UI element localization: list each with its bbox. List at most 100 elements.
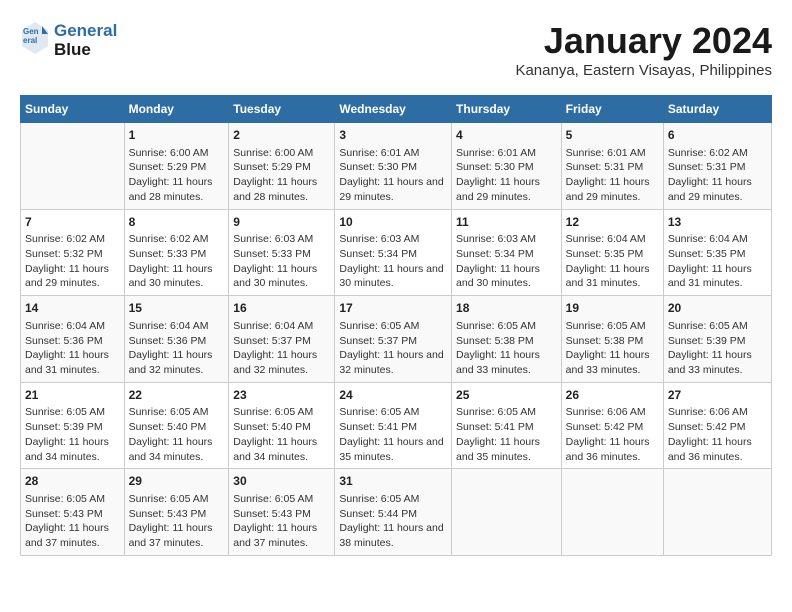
calendar-week-5: 28 Sunrise: 6:05 AMSunset: 5:43 PMDayligh…: [21, 469, 772, 556]
header-saturday: Saturday: [663, 96, 771, 123]
calendar-cell: 20 Sunrise: 6:05 AMSunset: 5:39 PMDayligh…: [663, 296, 771, 383]
calendar-cell: 28Sunrise: 6:05 AMSunset: 5:43 PMDayligh…: [21, 469, 125, 556]
day-number: 19: [566, 300, 659, 317]
cell-content: Sunrise: 6:05 AMSunset: 5:38 PMDaylight:…: [456, 319, 557, 378]
cell-content: Sunrise: 6:01 AMSunset: 5:30 PMDaylight:…: [456, 146, 557, 205]
day-number: 25: [456, 387, 557, 404]
day-number: 13: [668, 214, 767, 231]
day-number: 11: [456, 214, 557, 231]
cell-content: Sunrise: 6:04 AMSunset: 5:36 PMDaylight:…: [25, 319, 120, 378]
cell-content: Sunrise: 6:00 AMSunset: 5:29 PMDaylight:…: [233, 146, 330, 205]
header-monday: Monday: [124, 96, 229, 123]
calendar-cell: 30 Sunrise: 6:05 AMSunset: 5:43 PMDayligh…: [229, 469, 335, 556]
calendar-cell: 4 Sunrise: 6:01 AMSunset: 5:30 PMDaylight…: [452, 123, 562, 210]
calendar-cell: 3 Sunrise: 6:01 AMSunset: 5:30 PMDaylight…: [335, 123, 452, 210]
calendar-week-2: 7Sunrise: 6:02 AMSunset: 5:32 PMDaylight…: [21, 209, 772, 296]
day-number: 28: [25, 473, 120, 490]
cell-content: Sunrise: 6:01 AMSunset: 5:30 PMDaylight:…: [339, 146, 447, 205]
header-thursday: Thursday: [452, 96, 562, 123]
day-number: 26: [566, 387, 659, 404]
cell-content: Sunrise: 6:05 AMSunset: 5:41 PMDaylight:…: [339, 405, 447, 464]
calendar-cell: 10Sunrise: 6:03 AMSunset: 5:34 PMDayligh…: [335, 209, 452, 296]
calendar-header-row: SundayMondayTuesdayWednesdayThursdayFrid…: [21, 96, 772, 123]
header-tuesday: Tuesday: [229, 96, 335, 123]
title-area: January 2024 Kananya, Eastern Visayas, P…: [515, 20, 772, 79]
day-number: 8: [129, 214, 225, 231]
calendar-body: 1 Sunrise: 6:00 AMSunset: 5:29 PMDaylight…: [21, 123, 772, 556]
cell-content: Sunrise: 6:05 AMSunset: 5:39 PMDaylight:…: [668, 319, 767, 378]
cell-content: Sunrise: 6:05 AMSunset: 5:38 PMDaylight:…: [566, 319, 659, 378]
calendar-cell: [663, 469, 771, 556]
calendar-week-3: 14 Sunrise: 6:04 AMSunset: 5:36 PMDayligh…: [21, 296, 772, 383]
day-number: 14: [25, 300, 120, 317]
header-sunday: Sunday: [21, 96, 125, 123]
day-number: 22: [129, 387, 225, 404]
cell-content: Sunrise: 6:03 AMSunset: 5:33 PMDaylight:…: [233, 232, 330, 291]
calendar-cell: 23Sunrise: 6:05 AMSunset: 5:40 PMDayligh…: [229, 382, 335, 469]
calendar-cell: 2 Sunrise: 6:00 AMSunset: 5:29 PMDaylight…: [229, 123, 335, 210]
cell-content: Sunrise: 6:06 AMSunset: 5:42 PMDaylight:…: [668, 405, 767, 464]
calendar-cell: [21, 123, 125, 210]
day-number: 30: [233, 473, 330, 490]
cell-content: Sunrise: 6:04 AMSunset: 5:35 PMDaylight:…: [566, 232, 659, 291]
calendar-cell: [561, 469, 663, 556]
cell-content: Sunrise: 6:03 AMSunset: 5:34 PMDaylight:…: [339, 232, 447, 291]
cell-content: Sunrise: 6:06 AMSunset: 5:42 PMDaylight:…: [566, 405, 659, 464]
calendar-cell: 22Sunrise: 6:05 AMSunset: 5:40 PMDayligh…: [124, 382, 229, 469]
calendar-cell: 13Sunrise: 6:04 AMSunset: 5:35 PMDayligh…: [663, 209, 771, 296]
day-number: 7: [25, 214, 120, 231]
main-title: January 2024: [515, 20, 772, 62]
calendar-cell: 18Sunrise: 6:05 AMSunset: 5:38 PMDayligh…: [452, 296, 562, 383]
cell-content: Sunrise: 6:05 AMSunset: 5:44 PMDaylight:…: [339, 492, 447, 551]
day-number: 4: [456, 127, 557, 144]
calendar-cell: 25Sunrise: 6:05 AMSunset: 5:41 PMDayligh…: [452, 382, 562, 469]
calendar-cell: 15Sunrise: 6:04 AMSunset: 5:36 PMDayligh…: [124, 296, 229, 383]
day-number: 10: [339, 214, 447, 231]
cell-content: Sunrise: 6:05 AMSunset: 5:40 PMDaylight:…: [233, 405, 330, 464]
cell-content: Sunrise: 6:02 AMSunset: 5:32 PMDaylight:…: [25, 232, 120, 291]
day-number: 31: [339, 473, 447, 490]
calendar-cell: 31 Sunrise: 6:05 AMSunset: 5:44 PMDayligh…: [335, 469, 452, 556]
logo-line2: Blue: [54, 41, 117, 60]
day-number: 21: [25, 387, 120, 404]
calendar-cell: [452, 469, 562, 556]
calendar-cell: 12Sunrise: 6:04 AMSunset: 5:35 PMDayligh…: [561, 209, 663, 296]
day-number: 2: [233, 127, 330, 144]
day-number: 6: [668, 127, 767, 144]
cell-content: Sunrise: 6:04 AMSunset: 5:36 PMDaylight:…: [129, 319, 225, 378]
calendar-week-4: 21Sunrise: 6:05 AMSunset: 5:39 PMDayligh…: [21, 382, 772, 469]
day-number: 9: [233, 214, 330, 231]
day-number: 1: [129, 127, 225, 144]
cell-content: Sunrise: 6:03 AMSunset: 5:34 PMDaylight:…: [456, 232, 557, 291]
cell-content: Sunrise: 6:00 AMSunset: 5:29 PMDaylight:…: [129, 146, 225, 205]
day-number: 16: [233, 300, 330, 317]
calendar-cell: 8Sunrise: 6:02 AMSunset: 5:33 PMDaylight…: [124, 209, 229, 296]
calendar-cell: 9Sunrise: 6:03 AMSunset: 5:33 PMDaylight…: [229, 209, 335, 296]
header-wednesday: Wednesday: [335, 96, 452, 123]
day-number: 5: [566, 127, 659, 144]
day-number: 27: [668, 387, 767, 404]
day-number: 29: [129, 473, 225, 490]
subtitle: Kananya, Eastern Visayas, Philippines: [515, 62, 772, 79]
cell-content: Sunrise: 6:01 AMSunset: 5:31 PMDaylight:…: [566, 146, 659, 205]
cell-content: Sunrise: 6:04 AMSunset: 5:37 PMDaylight:…: [233, 319, 330, 378]
calendar-cell: 19 Sunrise: 6:05 AMSunset: 5:38 PMDayligh…: [561, 296, 663, 383]
calendar-cell: 5 Sunrise: 6:01 AMSunset: 5:31 PMDaylight…: [561, 123, 663, 210]
calendar-table: SundayMondayTuesdayWednesdayThursdayFrid…: [20, 95, 772, 556]
cell-content: Sunrise: 6:05 AMSunset: 5:43 PMDaylight:…: [233, 492, 330, 551]
cell-content: Sunrise: 6:05 AMSunset: 5:40 PMDaylight:…: [129, 405, 225, 464]
cell-content: Sunrise: 6:02 AMSunset: 5:33 PMDaylight:…: [129, 232, 225, 291]
page-header: Gen eral General Blue January 2024 Kanan…: [20, 20, 772, 79]
day-number: 17: [339, 300, 447, 317]
day-number: 24: [339, 387, 447, 404]
day-number: 20: [668, 300, 767, 317]
cell-content: Sunrise: 6:05 AMSunset: 5:41 PMDaylight:…: [456, 405, 557, 464]
svg-text:eral: eral: [23, 36, 37, 45]
header-friday: Friday: [561, 96, 663, 123]
calendar-cell: 21Sunrise: 6:05 AMSunset: 5:39 PMDayligh…: [21, 382, 125, 469]
calendar-cell: 6Sunrise: 6:02 AMSunset: 5:31 PMDaylight…: [663, 123, 771, 210]
cell-content: Sunrise: 6:05 AMSunset: 5:39 PMDaylight:…: [25, 405, 120, 464]
day-number: 12: [566, 214, 659, 231]
cell-content: Sunrise: 6:05 AMSunset: 5:37 PMDaylight:…: [339, 319, 447, 378]
day-number: 3: [339, 127, 447, 144]
